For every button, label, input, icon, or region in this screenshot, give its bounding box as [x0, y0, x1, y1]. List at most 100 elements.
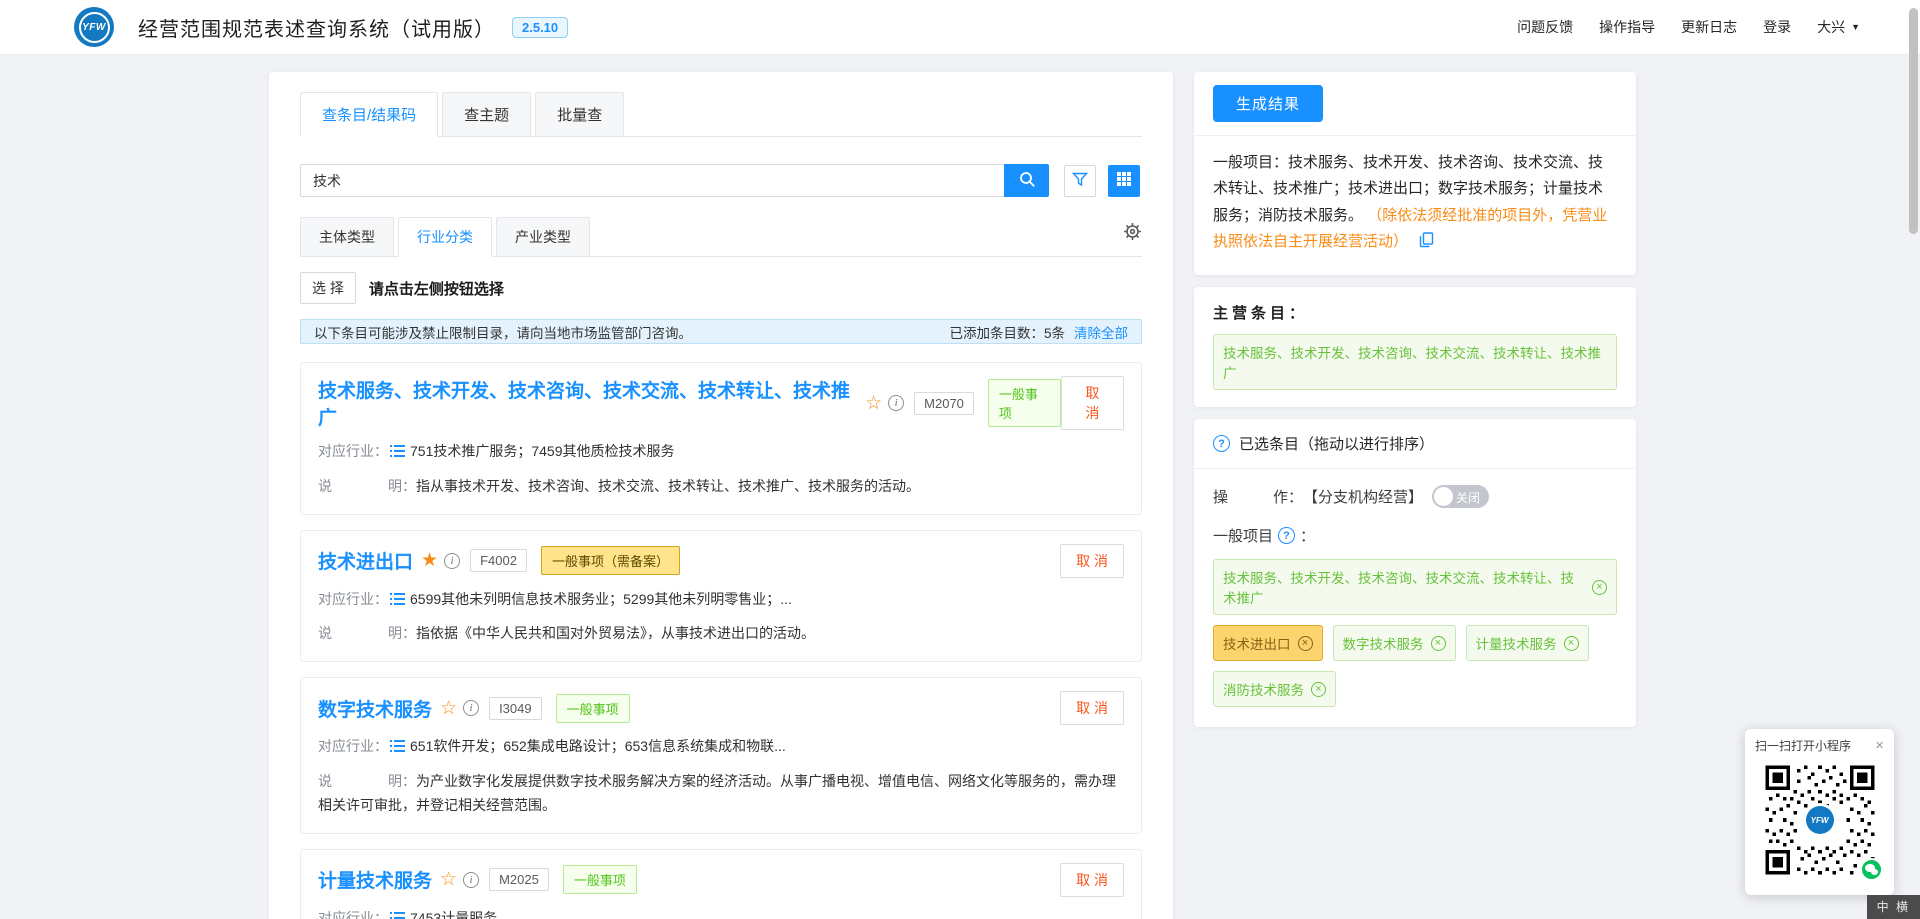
- branch-operation-toggle[interactable]: 关闭: [1432, 485, 1489, 508]
- clear-all-link[interactable]: 清除全部: [1074, 322, 1128, 342]
- qr-logo-text: YFW: [1811, 816, 1829, 825]
- selected-tag[interactable]: 计量技术服务 ×: [1466, 625, 1589, 661]
- search-button[interactable]: [1004, 164, 1049, 197]
- result-item-head: 计量技术服务 ☆ i M2025 一般事项 取 消: [318, 863, 1124, 897]
- version-badge: 2.5.10: [512, 17, 568, 38]
- selected-tag-label: 计量技术服务: [1476, 633, 1557, 653]
- funnel-icon: [1072, 172, 1088, 190]
- search-input[interactable]: [300, 164, 1004, 197]
- remove-tag-icon[interactable]: ×: [1564, 636, 1579, 651]
- cancel-button[interactable]: 取 消: [1060, 544, 1124, 578]
- info-icon[interactable]: i: [463, 872, 479, 888]
- grid-view-button[interactable]: [1108, 165, 1140, 197]
- star-icon[interactable]: ☆: [440, 699, 457, 718]
- industry-label: 对应行业：: [318, 910, 388, 919]
- question-circle-icon[interactable]: ?: [1278, 527, 1295, 544]
- general-items-colon: ：: [1300, 525, 1315, 546]
- tab-topic[interactable]: 查主题: [442, 92, 531, 137]
- app-header: YFW 经营范围规范表述查询系统（试用版） 2.5.10 问题反馈 操作指导 更…: [0, 0, 1920, 55]
- search-row: [300, 164, 1142, 197]
- selected-tag-label: 数字技术服务: [1343, 633, 1424, 653]
- select-hint: 请点击左侧按钮选择: [369, 278, 504, 299]
- corner-watermark: 中 横: [1867, 895, 1920, 919]
- result-title-link[interactable]: 技术进出口: [318, 547, 413, 574]
- tab-batch[interactable]: 批量查: [535, 92, 624, 137]
- wechat-icon: [1860, 858, 1883, 881]
- desc-text: 为产业数字化发展提供数字技术服务解决方案的经济活动。从事广播电视、增值电信、网络…: [318, 773, 1116, 813]
- main-entry-tag: 技术服务、技术开发、技术咨询、技术交流、技术转让、技术推广: [1213, 334, 1617, 390]
- status-badge: 一般事项: [556, 694, 630, 723]
- result-title-link[interactable]: 技术服务、技术开发、技术咨询、技术交流、技术转让、技术推广: [318, 376, 857, 430]
- desc-line: 说 明：指从事技术开发、技术咨询、技术交流、技术转让、技术推广、技术服务的活动。: [318, 475, 1124, 499]
- operation-row: 操 作： 【分支机构经营】 关闭: [1213, 485, 1617, 508]
- nav-changelog-link[interactable]: 更新日志: [1681, 17, 1737, 37]
- selected-tag[interactable]: 数字技术服务 ×: [1333, 625, 1456, 661]
- notice-right: 已添加条目数：5条 清除全部: [949, 322, 1128, 342]
- generate-card: 生成结果 一般项目：技术服务、技术开发、技术咨询、技术交流、技术转让、技术推广；…: [1194, 72, 1636, 275]
- industry-text: 6599其他未列明信息技术服务业；5299其他未列明零售业；...: [410, 591, 792, 607]
- select-row: 选 择 请点击左侧按钮选择: [300, 272, 1142, 304]
- tab-subject-type[interactable]: 主体类型: [300, 217, 394, 257]
- desc-label: 说 明：: [318, 773, 416, 789]
- scrollbar-thumb[interactable]: [1909, 8, 1918, 234]
- selected-tag[interactable]: 消防技术服务 ×: [1213, 671, 1336, 707]
- remove-tag-icon[interactable]: ×: [1298, 636, 1313, 651]
- industry-text: 7453计量服务: [410, 910, 497, 919]
- added-count: 已添加条目数：5条: [949, 322, 1065, 342]
- app-logo-icon: YFW: [74, 7, 114, 47]
- industry-line: 对应行业：751技术推广服务；7459其他质检技术服务: [318, 440, 1124, 465]
- result-code-badge: M2070: [914, 392, 974, 415]
- cancel-button[interactable]: 取 消: [1060, 863, 1124, 897]
- selected-tag[interactable]: 技术进出口 ×: [1213, 625, 1323, 661]
- list-icon: [390, 908, 405, 919]
- industry-label: 对应行业：: [318, 738, 388, 754]
- nav-login-link[interactable]: 登录: [1763, 17, 1791, 37]
- selected-tag[interactable]: 技术服务、技术开发、技术咨询、技术交流、技术转让、技术推广 ×: [1213, 559, 1617, 615]
- region-selector[interactable]: 大兴 ▼: [1817, 17, 1860, 37]
- star-icon[interactable]: ☆: [865, 394, 882, 413]
- copy-icon[interactable]: [1419, 231, 1434, 257]
- industry-line: 对应行业： 7453计量服务: [318, 907, 1124, 919]
- filter-button[interactable]: [1064, 165, 1096, 197]
- qr-panel-title: 扫一扫打开小程序: [1755, 737, 1851, 754]
- operation-label: 操 作：: [1213, 486, 1303, 507]
- selected-tag-label: 技术服务、技术开发、技术咨询、技术交流、技术转让、技术推广: [1223, 567, 1585, 607]
- info-icon[interactable]: i: [444, 553, 460, 569]
- nav-guide-link[interactable]: 操作指导: [1599, 17, 1655, 37]
- generate-result-button[interactable]: 生成结果: [1213, 85, 1323, 122]
- selected-entries-body: 操 作： 【分支机构经营】 关闭 一般项目 ? ： 技术服务、技术开发、技术咨询…: [1194, 469, 1636, 727]
- industry-line: 对应行业： 6599其他未列明信息技术服务业；5299其他未列明零售业；...: [318, 588, 1124, 613]
- close-icon[interactable]: ×: [1875, 738, 1884, 753]
- desc-line: 说 明：指依据《中华人民共和国对外贸易法》，从事技术进出口的活动。: [318, 622, 1124, 646]
- info-icon[interactable]: i: [888, 395, 904, 411]
- remove-tag-icon[interactable]: ×: [1592, 580, 1607, 595]
- star-icon[interactable]: ★: [421, 551, 438, 570]
- selected-entries-card: ? 已选条目（拖动以进行排序） 操 作： 【分支机构经营】 关闭 一般项目 ? …: [1194, 419, 1636, 727]
- main-entry-section: 主营条目： 技术服务、技术开发、技术咨询、技术交流、技术转让、技术推广: [1194, 287, 1636, 407]
- result-title-link[interactable]: 数字技术服务: [318, 695, 432, 722]
- gear-icon[interactable]: [1123, 222, 1142, 246]
- star-icon[interactable]: ☆: [440, 870, 457, 889]
- tab-entry-result-code[interactable]: 查条目/结果码: [300, 92, 438, 137]
- chevron-down-icon: ▼: [1851, 22, 1860, 32]
- generate-row: 生成结果: [1194, 72, 1636, 136]
- result-item-head: 技术服务、技术开发、技术咨询、技术交流、技术转让、技术推广 ☆ i M2070 …: [318, 376, 1124, 430]
- main-entry-label: 主营条目：: [1213, 302, 1617, 323]
- cancel-button[interactable]: 取 消: [1060, 691, 1124, 725]
- page-title: 经营范围规范表述查询系统（试用版）: [138, 13, 495, 42]
- select-button[interactable]: 选 择: [300, 272, 356, 304]
- cancel-button[interactable]: 取 消: [1061, 376, 1124, 430]
- result-title-link[interactable]: 计量技术服务: [318, 866, 432, 893]
- info-icon[interactable]: i: [463, 700, 479, 716]
- tab-industry-category[interactable]: 行业分类: [398, 217, 492, 257]
- remove-tag-icon[interactable]: ×: [1311, 682, 1326, 697]
- industry-text: 651软件开发；652集成电路设计；653信息系统集成和物联...: [410, 738, 786, 754]
- nav-feedback-link[interactable]: 问题反馈: [1517, 17, 1573, 37]
- question-circle-icon[interactable]: ?: [1213, 435, 1230, 452]
- industry-label: 对应行业：: [318, 591, 388, 607]
- tab-industry-type[interactable]: 产业类型: [496, 217, 590, 257]
- selected-tags: 技术服务、技术开发、技术咨询、技术交流、技术转让、技术推广 × 技术进出口 × …: [1213, 559, 1617, 707]
- desc-line: 说 明：为产业数字化发展提供数字技术服务解决方案的经济活动。从事广播电视、增值电…: [318, 770, 1124, 818]
- remove-tag-icon[interactable]: ×: [1431, 636, 1446, 651]
- selected-tag-label: 技术进出口: [1223, 633, 1291, 653]
